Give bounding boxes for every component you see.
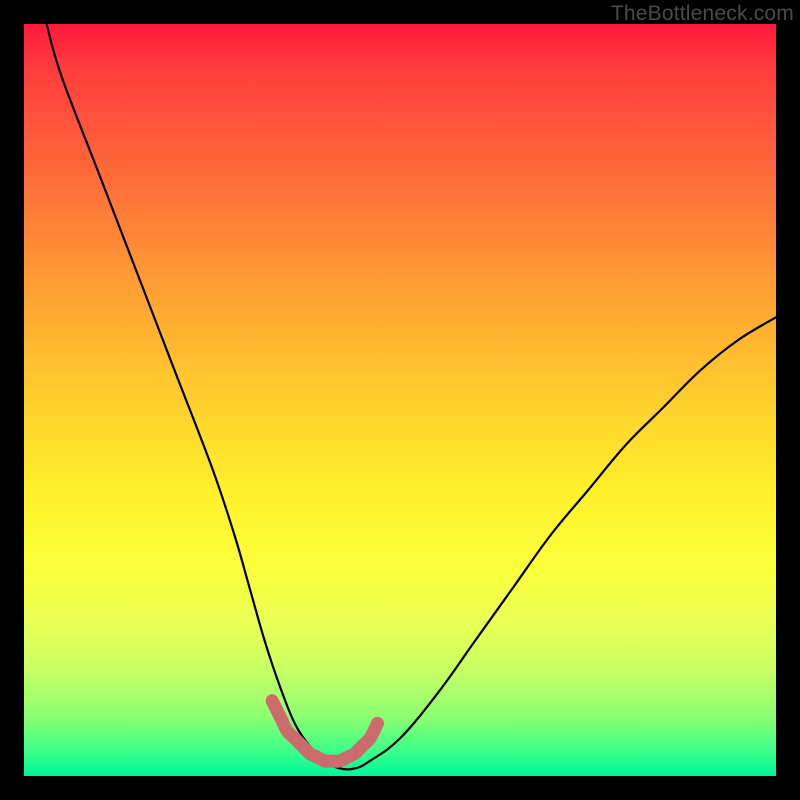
- plot-area: [24, 24, 776, 776]
- chart-frame: TheBottleneck.com: [0, 0, 800, 800]
- main-curve: [47, 24, 776, 769]
- curve-layer: [24, 24, 776, 776]
- watermark-text: TheBottleneck.com: [611, 2, 794, 26]
